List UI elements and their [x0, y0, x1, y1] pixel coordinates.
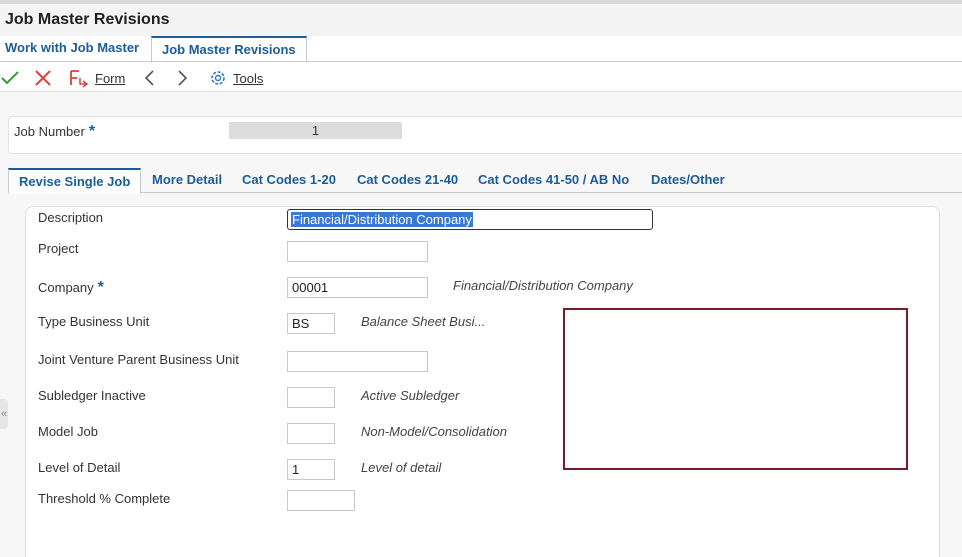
level-of-detail-input[interactable]: 1 — [287, 459, 335, 480]
threshold-label: Threshold % Complete — [38, 491, 171, 506]
gear-icon — [208, 68, 228, 88]
level-of-detail-label: Level of Detail — [38, 460, 121, 475]
joint-venture-input[interactable] — [287, 351, 428, 372]
toolbar: Form Tools — [0, 63, 962, 92]
job-number-label-text: Job Number — [14, 124, 85, 139]
tab-work-with-job-master[interactable]: Work with Job Master — [0, 36, 144, 62]
company-label-text: Company — [38, 280, 94, 295]
type-business-unit-input[interactable]: BS — [287, 313, 335, 334]
checkmark-icon — [0, 68, 20, 88]
tab-cat-codes-21-40[interactable]: Cat Codes 21-40 — [357, 168, 458, 193]
ok-button[interactable] — [0, 67, 20, 89]
joint-venture-label: Joint Venture Parent Business Unit — [38, 352, 239, 367]
type-business-unit-description: Balance Sheet Busi... — [361, 314, 486, 329]
project-input[interactable] — [287, 241, 428, 262]
required-icon: * — [88, 123, 96, 140]
subledger-inactive-label: Subledger Inactive — [38, 388, 146, 403]
description-value: Financial/Distribution Company — [291, 212, 473, 227]
header-panel — [8, 116, 962, 154]
project-label: Project — [38, 241, 79, 256]
required-icon: * — [97, 279, 104, 296]
tab-cat-codes-41-50[interactable]: Cat Codes 41-50 / AB No — [478, 168, 629, 193]
company-label: Company * — [38, 279, 104, 297]
form-icon — [68, 68, 90, 88]
model-job-input[interactable] — [287, 423, 335, 444]
chevron-right-icon — [174, 68, 190, 88]
form-menu-button[interactable]: Form — [68, 67, 125, 89]
chevron-left-icon — [142, 68, 158, 88]
tab-job-master-revisions[interactable]: Job Master Revisions — [151, 36, 307, 63]
description-label: Description — [38, 210, 104, 225]
close-icon — [34, 69, 52, 87]
tab-more-detail[interactable]: More Detail — [152, 168, 222, 193]
description-input[interactable]: Financial/Distribution Company — [287, 209, 653, 230]
job-number-label: Job Number * — [14, 123, 95, 141]
collapse-panel-handle[interactable]: « — [0, 399, 8, 429]
highlight-box — [563, 308, 908, 470]
job-number-field: 1 — [229, 122, 402, 139]
tools-menu-label: Tools — [233, 70, 264, 86]
threshold-input[interactable] — [287, 490, 355, 511]
title-bar: Job Master Revisions — [0, 4, 962, 36]
next-record-button[interactable] — [174, 67, 190, 89]
form-tab-bar: Revise Single Job More Detail Cat Codes … — [8, 168, 962, 194]
form-menu-label: Form — [95, 70, 126, 86]
cancel-button[interactable] — [34, 67, 52, 89]
type-business-unit-label: Type Business Unit — [38, 314, 150, 329]
company-description: Financial/Distribution Company — [453, 278, 633, 293]
model-job-description: Non-Model/Consolidation — [361, 424, 507, 439]
subledger-inactive-description: Active Subledger — [361, 388, 460, 403]
model-job-label: Model Job — [38, 424, 98, 439]
tab-cat-codes-1-20[interactable]: Cat Codes 1-20 — [242, 168, 336, 193]
level-of-detail-description: Level of detail — [361, 460, 442, 475]
subledger-inactive-input[interactable] — [287, 387, 335, 408]
tab-dates-other[interactable]: Dates/Other — [651, 168, 725, 193]
tab-revise-single-job[interactable]: Revise Single Job — [8, 168, 141, 194]
app-tab-bar: Work with Job Master Job Master Revision… — [0, 36, 962, 63]
page-title: Job Master Revisions — [5, 11, 170, 28]
company-input[interactable]: 00001 — [287, 277, 428, 298]
tools-menu-button[interactable]: Tools — [208, 67, 263, 89]
previous-record-button[interactable] — [142, 67, 158, 89]
